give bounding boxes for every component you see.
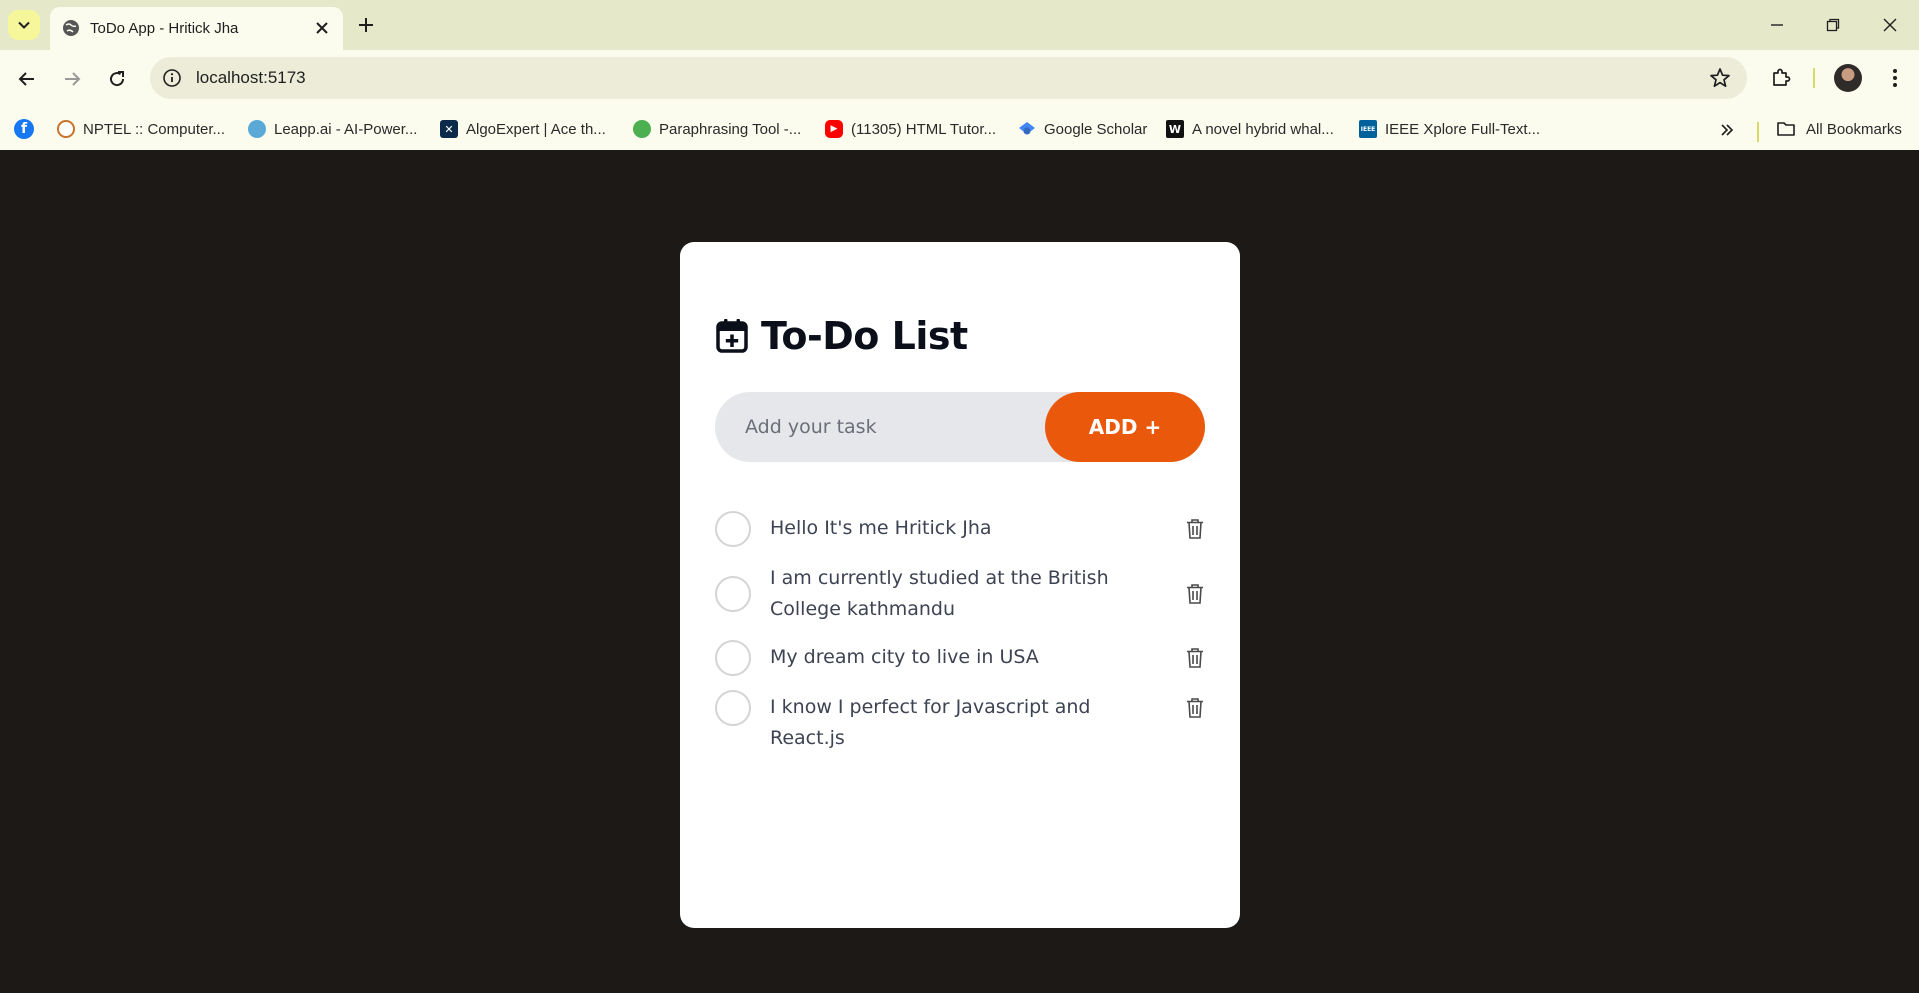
todo-item: I know I perfect for Javascript and Reac… <box>715 690 1205 749</box>
minimize-button[interactable] <box>1762 10 1792 40</box>
todo-checkbox[interactable] <box>715 511 751 547</box>
todo-checkbox[interactable] <box>715 640 751 676</box>
browser-toolbar: localhost:5173 <box>0 50 1919 108</box>
bookmark-label: IEEE Xplore Full-Text... <box>1385 120 1541 138</box>
bookmark-item[interactable]: ▶ (11305) HTML Tutor... <box>825 116 996 142</box>
close-tab-icon[interactable] <box>313 19 331 37</box>
trash-icon[interactable] <box>1185 518 1205 540</box>
arrow-right-icon <box>65 72 81 86</box>
bookmarks-bar: f NPTEL :: Computer... Leapp.ai - AI-Pow… <box>0 108 1919 150</box>
restore-button[interactable] <box>1818 10 1848 40</box>
profile-avatar[interactable] <box>1834 64 1862 92</box>
leapp-icon <box>248 120 266 138</box>
bookmark-item[interactable]: IEEE IEEE Xplore Full-Text... <box>1359 116 1540 142</box>
more-bookmarks-button[interactable] <box>1714 120 1740 140</box>
tab-title: ToDo App - Hritick Jha <box>90 20 239 37</box>
reload-icon <box>110 71 125 87</box>
back-button[interactable] <box>12 64 42 94</box>
youtube-icon: ▶ <box>825 120 843 138</box>
bookmark-label: NPTEL :: Computer... <box>83 120 225 138</box>
bookmark-item[interactable]: Google Scholar <box>1018 116 1147 142</box>
all-bookmarks-button[interactable]: All Bookmarks <box>1776 116 1902 142</box>
puzzle-icon <box>1773 68 1791 86</box>
tab-strip: ToDo App - Hritick Jha <box>0 0 1919 50</box>
bookmark-item[interactable]: Paraphrasing Tool -... <box>633 116 801 142</box>
todo-heading: To-Do List <box>716 314 968 358</box>
bookmark-label: A novel hybrid whal... <box>1192 120 1334 138</box>
nptel-icon <box>57 120 75 138</box>
wiley-icon: W <box>1166 120 1184 138</box>
algoexpert-icon: ✕ <box>440 120 458 138</box>
bookmark-facebook[interactable]: f <box>14 116 34 142</box>
ieee-icon: IEEE <box>1359 120 1377 138</box>
bookmark-label: Paraphrasing Tool -... <box>659 120 802 138</box>
bookmark-label: (11305) HTML Tutor... <box>851 120 997 138</box>
forward-button[interactable] <box>57 64 87 94</box>
extensions-button[interactable] <box>1766 63 1796 93</box>
chevrons-right-icon <box>1721 124 1734 136</box>
toolbar-divider <box>1813 68 1815 88</box>
more-vertical-icon <box>1893 69 1897 87</box>
todo-item: My dream city to live in USA <box>715 640 1205 676</box>
reload-button[interactable] <box>102 64 132 94</box>
new-tab-button[interactable] <box>353 12 379 38</box>
facebook-icon: f <box>14 119 34 139</box>
site-info-icon[interactable] <box>162 68 182 88</box>
close-icon <box>1883 18 1897 32</box>
todo-text: My dream city to live in USA <box>770 646 1039 668</box>
quillbot-icon <box>633 120 651 138</box>
bookmark-label: Google Scholar <box>1044 120 1148 138</box>
address-bar[interactable]: localhost:5173 <box>150 57 1747 99</box>
bookmark-item[interactable]: W A novel hybrid whal... <box>1166 116 1334 142</box>
page-title: To-Do List <box>761 314 968 358</box>
bookmark-item[interactable]: NPTEL :: Computer... <box>57 116 225 142</box>
chevron-down-icon <box>18 21 30 29</box>
todo-checkbox[interactable] <box>715 690 751 726</box>
todo-item: Hello It's me Hritick Jha <box>715 511 1205 547</box>
tab-search-button[interactable] <box>8 10 40 40</box>
bookmark-label: AlgoExpert | Ace th... <box>466 120 606 138</box>
bookmark-item[interactable]: ✕ AlgoExpert | Ace th... <box>440 116 606 142</box>
todo-item: I am currently studied at the British Co… <box>715 563 1205 625</box>
all-bookmarks-label: All Bookmarks <box>1806 120 1902 138</box>
trash-icon[interactable] <box>1185 647 1205 669</box>
task-input-row: ADD + <box>715 392 1205 462</box>
plus-icon <box>359 18 373 32</box>
todo-text: I am currently studied at the British Co… <box>770 567 1109 620</box>
add-task-button[interactable]: ADD + <box>1045 392 1205 462</box>
globe-icon <box>63 20 79 36</box>
url-text[interactable]: localhost:5173 <box>196 68 306 88</box>
bookmark-item[interactable]: Leapp.ai - AI-Power... <box>248 116 417 142</box>
todo-checkbox[interactable] <box>715 576 751 612</box>
task-input[interactable] <box>715 392 1045 462</box>
todo-card: To-Do List ADD + Hello It's me Hritick J… <box>680 242 1240 928</box>
arrow-left-icon <box>18 72 34 86</box>
calendar-plus-icon <box>716 319 748 353</box>
bookmarks-divider <box>1757 122 1759 142</box>
app-page: To-Do List ADD + Hello It's me Hritick J… <box>0 150 1919 993</box>
todo-text: Hello It's me Hritick Jha <box>770 517 992 539</box>
folder-icon <box>1777 122 1795 136</box>
close-window-button[interactable] <box>1875 10 1905 40</box>
restore-icon <box>1826 18 1840 32</box>
todo-text: I know I perfect for Javascript and Reac… <box>770 696 1091 749</box>
google-scholar-icon <box>1019 122 1035 135</box>
minimize-icon <box>1771 24 1783 26</box>
bookmark-star-icon[interactable] <box>1709 67 1731 89</box>
bookmark-label: Leapp.ai - AI-Power... <box>274 120 418 138</box>
active-tab[interactable]: ToDo App - Hritick Jha <box>50 7 343 50</box>
trash-icon[interactable] <box>1185 583 1205 605</box>
menu-button[interactable] <box>1880 63 1910 93</box>
trash-icon[interactable] <box>1185 697 1205 719</box>
